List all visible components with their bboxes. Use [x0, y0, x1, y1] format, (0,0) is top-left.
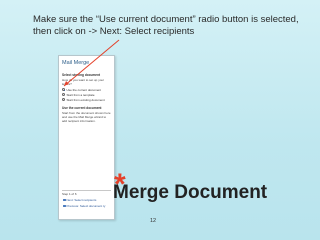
pointer-arrow: [63, 39, 120, 87]
slide-heading: Merge Document: [113, 182, 268, 203]
page-number: 12: [150, 218, 157, 224]
